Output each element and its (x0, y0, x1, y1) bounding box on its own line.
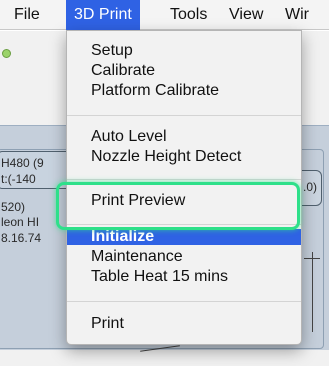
menu-file[interactable]: File (6, 0, 48, 30)
menu-3d-print[interactable]: 3D Print (66, 0, 140, 30)
printer-ip-text: 8.16.74 (1, 231, 42, 245)
menu-separator (67, 179, 301, 180)
menu-item-maintenance[interactable]: Maintenance (67, 247, 301, 267)
menu-item-print[interactable]: Print (67, 314, 301, 334)
printer-model-text: H480 (9 (1, 156, 44, 170)
printer-offset-text: t:(-140 (1, 172, 36, 186)
menu-item-setup[interactable]: Setup (67, 41, 301, 61)
printer-name-text: leon HI (1, 215, 40, 229)
menu-item-auto-level[interactable]: Auto Level (67, 127, 301, 147)
menu-bar: File 3D Print Tools View Wir (0, 0, 329, 30)
highlight-annotation (56, 182, 300, 230)
menu-item-table-heat[interactable]: Table Heat 15 mins (67, 267, 301, 287)
axis-line (312, 252, 313, 332)
axis-tick (304, 258, 320, 259)
menu-separator (67, 301, 301, 302)
menu-item-calibrate[interactable]: Calibrate (67, 61, 301, 81)
menu-item-nozzle-height-detect[interactable]: Nozzle Height Detect (67, 147, 301, 167)
menu-window[interactable]: Wir (277, 0, 317, 30)
menu-item-platform-calibrate[interactable]: Platform Calibrate (67, 81, 301, 101)
menu-tools[interactable]: Tools (162, 0, 215, 30)
status-dot-icon (2, 49, 11, 58)
menu-view[interactable]: View (221, 0, 271, 30)
menu-separator (67, 115, 301, 116)
menu-item-initialize[interactable]: Initialize (67, 229, 301, 245)
right-info-text: .0) (303, 180, 318, 194)
printer-size-text: 520) (1, 200, 26, 214)
